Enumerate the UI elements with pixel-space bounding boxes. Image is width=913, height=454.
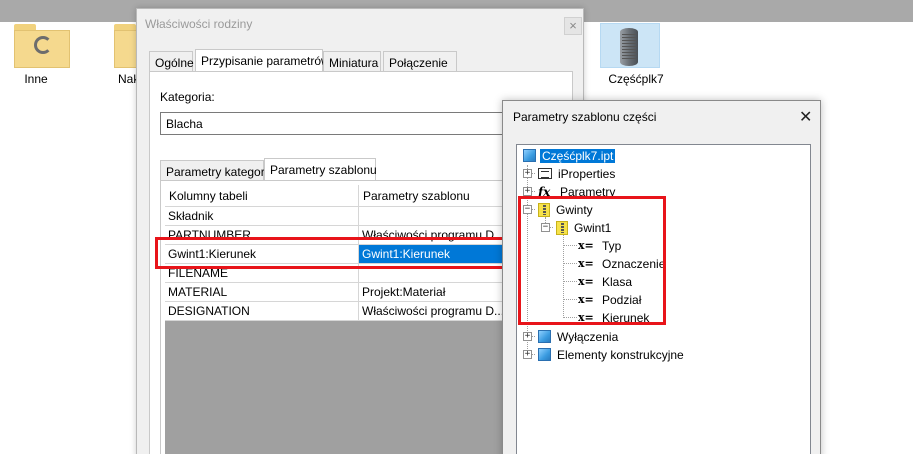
highlight-box-tree [518,196,666,325]
column-header[interactable]: Kolumny tabeli [165,185,359,207]
expand-icon[interactable]: + [523,187,532,196]
tree-node-label: Elementy konstrukcyjne [557,347,684,362]
tab-ogolne[interactable]: Ogólne [149,51,194,72]
highlight-box-row [155,237,513,269]
close-icon[interactable]: ✕ [799,107,812,127]
tab-miniatura[interactable]: Miniatura [323,51,381,72]
expand-icon[interactable]: + [523,350,532,359]
iproperties-icon [538,168,552,179]
desktop-icon-label: Inne [24,72,48,86]
tree-node-iproperties[interactable]: iProperties [538,165,617,182]
subtab-parametry-kategorii[interactable]: Parametry kategorii [160,160,270,181]
desktop-icon-inne[interactable]: Inne [6,24,76,94]
tree-node-label: iProperties [558,166,616,181]
expand-icon[interactable]: + [523,332,532,341]
tree-node-label: Częśćplk7.ipt [540,148,616,163]
table-cell[interactable]: MATERIAL [165,283,359,302]
tree-node-label: Wyłączenia [557,329,619,344]
dialog-title: Właściwości rodziny [145,17,253,31]
tree-node-root[interactable]: Częśćplk7.ipt [523,147,616,164]
cube-icon [538,330,551,343]
tree-node-wylaczenia[interactable]: Wyłączenia [538,328,620,345]
expand-icon[interactable]: + [523,169,532,178]
table-cell[interactable]: Składnik [165,207,359,226]
cube-icon [538,348,551,361]
close-button[interactable]: × [564,17,582,35]
category-label: Kategoria: [160,90,215,104]
desktop-icon-part[interactable]: Częśćplk7 [598,24,668,94]
desktop-icon-label: Częśćplk7 [608,72,664,86]
table-cell[interactable]: DESIGNATION [165,302,359,321]
tab-przypisanie-parametrow[interactable]: Przypisanie parametrów [195,49,330,73]
dialog-title: Parametry szablonu części [513,110,657,124]
folder-icon [14,24,70,68]
part-cube-icon [523,149,536,162]
part-file-icon [620,28,638,66]
subtab-parametry-szablonu[interactable]: Parametry szablonu [264,158,377,182]
tab-polaczenie[interactable]: Połączenie [383,51,457,72]
tree-node-elementy-konstrukcyjne[interactable]: Elementy konstrukcyjne [538,346,686,363]
